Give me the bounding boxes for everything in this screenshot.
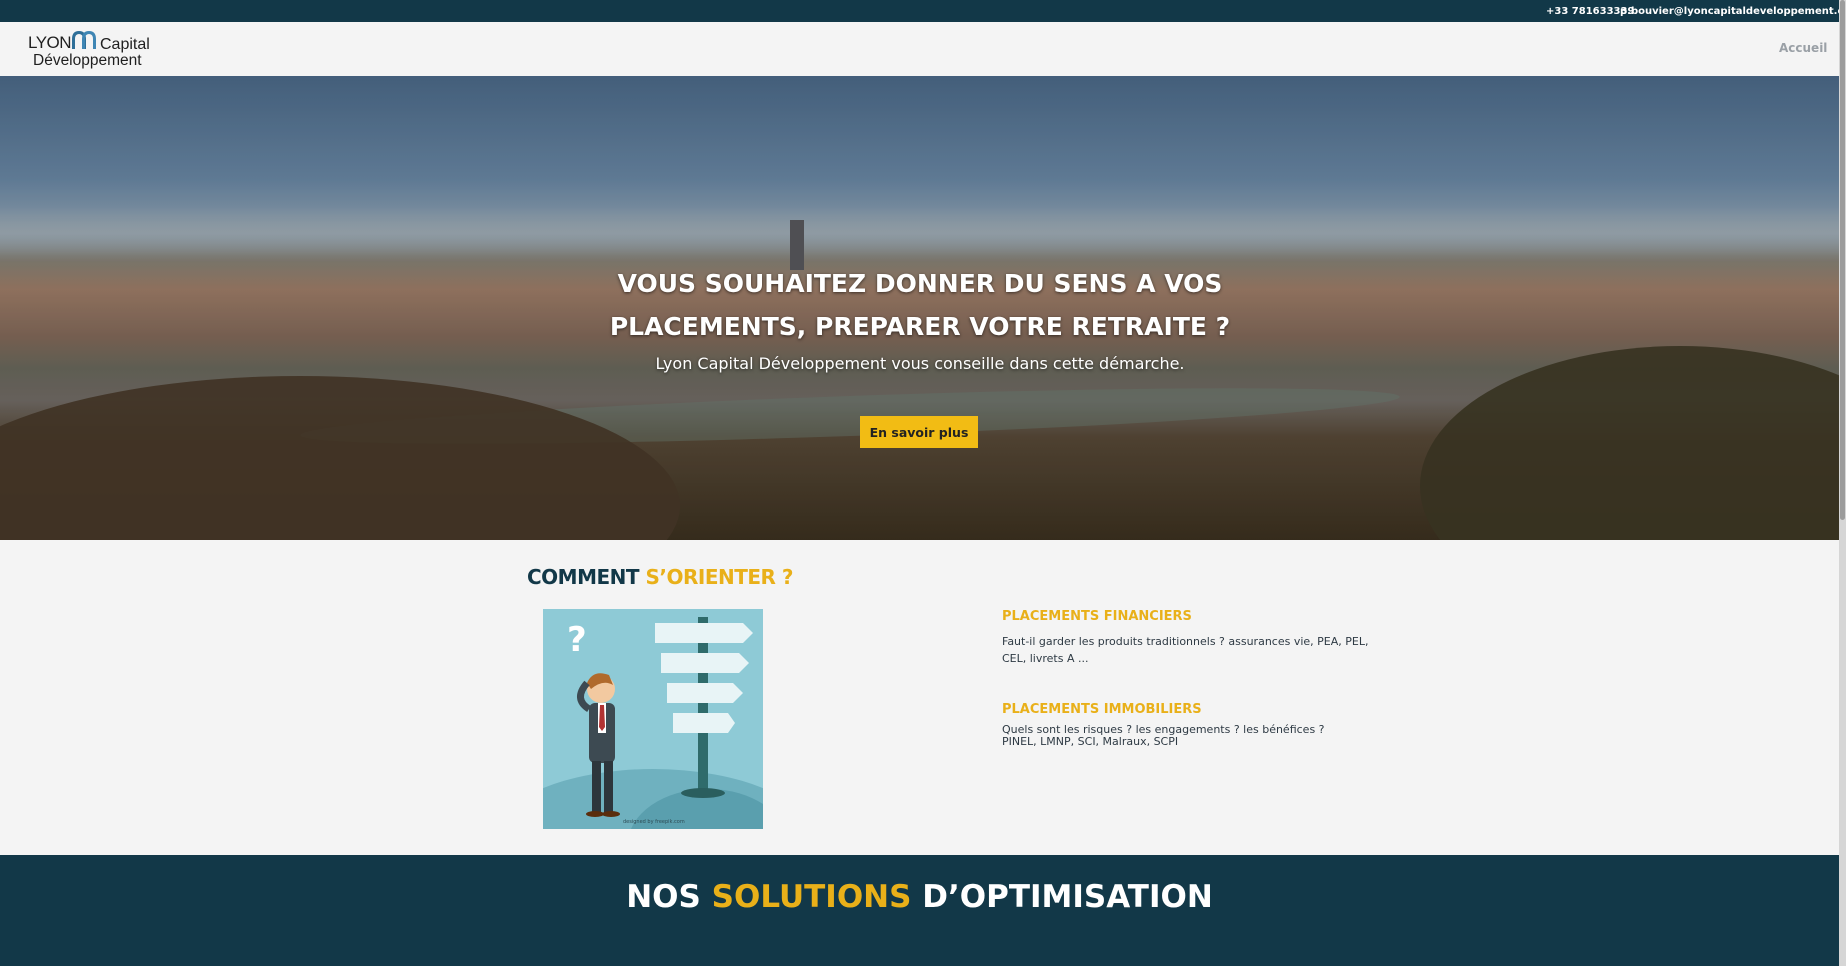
hero-subtitle: Lyon Capital Développement vous conseill… xyxy=(655,354,1185,373)
question-mark-icon: ? xyxy=(567,620,587,660)
financial-investments-title: PLACEMENTS FINANCIERS xyxy=(1002,609,1192,624)
hero-title-line1: VOUS SOUHAITEZ DONNER DU SENS A VOS xyxy=(617,269,1223,298)
orient-title-part1: COMMENT xyxy=(527,565,646,589)
nav-home-link[interactable]: Accueil xyxy=(1779,41,1827,55)
scrollbar-thumb[interactable] xyxy=(1840,0,1845,520)
logo-arch-icon xyxy=(72,31,96,49)
top-contact-bar: +33 781633339 p.bouvier@lyoncapitaldevel… xyxy=(0,0,1846,22)
real-estate-investments-title: PLACEMENTS IMMOBILIERS xyxy=(1002,702,1202,717)
site-logo[interactable]: LYON Capital Développement xyxy=(28,27,168,71)
email-link[interactable]: p.bouvier@lyoncapitaldeveloppement.com xyxy=(1620,6,1846,17)
learn-more-button[interactable]: En savoir plus xyxy=(860,416,978,448)
real-estate-text-line2: PINEL, LMNP, SCI, Malraux, SCPI xyxy=(1002,735,1179,748)
solutions-title-part3: D’OPTIMISATION xyxy=(911,879,1213,915)
solutions-title-part1: NOS xyxy=(626,879,712,915)
solutions-title-highlight: SOLUTIONS xyxy=(711,879,912,915)
page-scrollbar[interactable] xyxy=(1839,0,1846,966)
hero-banner: VOUS SOUHAITEZ DONNER DU SENS A VOS PLAC… xyxy=(0,76,1839,540)
hero-title-line2: PLACEMENTS, PREPARER VOTRE RETRAITE ? xyxy=(609,312,1231,341)
orient-title-highlight: S’ORIENTER ? xyxy=(645,565,794,589)
real-estate-investments-text: Quels sont les risques ? les engagements… xyxy=(1002,724,1382,748)
logo-word-developpement: Développement xyxy=(33,52,142,69)
site-header: LYON Capital Développement Accueil xyxy=(0,22,1839,76)
logo-word-lyon: LYON xyxy=(28,33,72,52)
hero-title: VOUS SOUHAITEZ DONNER DU SENS A VOS PLAC… xyxy=(520,262,1320,348)
orientation-illustration: ? designed by freepik.com xyxy=(543,609,763,829)
solutions-section: NOS SOLUTIONS D’OPTIMISATION xyxy=(0,855,1839,966)
solutions-title: NOS SOLUTIONS D’OPTIMISATION xyxy=(0,879,1839,915)
financial-investments-text: Faut-il garder les produits traditionnel… xyxy=(1002,635,1369,665)
orient-section-title: COMMENT S’ORIENTER ? xyxy=(527,565,794,589)
illustration-credit: designed by freepik.com xyxy=(623,819,685,825)
